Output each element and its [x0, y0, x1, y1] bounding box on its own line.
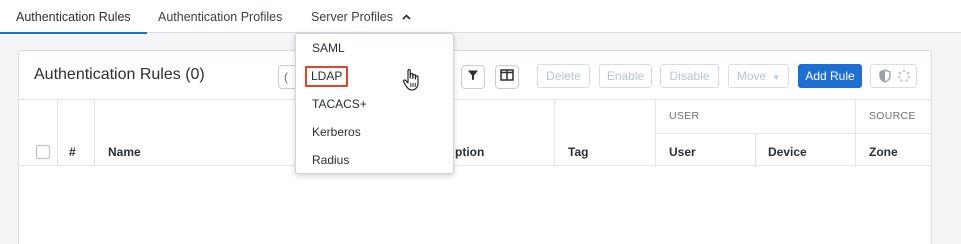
menu-item-label: Kerberos [312, 125, 361, 139]
shield-icon [879, 69, 891, 88]
server-profiles-menu: SAML LDAP TACACS+ Kerberos Radius [295, 33, 454, 174]
column-header-tag[interactable]: Tag [568, 145, 588, 159]
column-header-user[interactable]: User [669, 145, 696, 159]
tab-label: Authentication Profiles [158, 10, 283, 24]
enable-button[interactable]: Enable [599, 64, 652, 88]
menu-item-label: LDAP [305, 66, 349, 87]
column-divider [94, 100, 95, 167]
columns-icon [500, 68, 514, 86]
column-header-zone[interactable]: Zone [869, 145, 898, 159]
disable-button[interactable]: Disable [660, 64, 719, 88]
move-label: Move [736, 69, 767, 83]
delete-label: Delete [546, 69, 581, 83]
tab-server-profiles[interactable]: Server Profiles [295, 0, 427, 33]
filter-icon [467, 68, 479, 86]
add-rule-label: Add Rule [805, 69, 855, 83]
column-divider [755, 133, 756, 167]
menu-item-radius[interactable]: Radius [296, 146, 453, 174]
menu-item-saml[interactable]: SAML [296, 34, 453, 62]
chevron-up-icon [402, 0, 412, 34]
move-dropdown[interactable]: Move ▼ [728, 64, 789, 88]
column-header-description[interactable]: ption [455, 145, 484, 159]
tab-bar: Authentication Rules Authentication Prof… [0, 0, 961, 34]
disable-label: Disable [669, 69, 710, 83]
tab-authentication-profiles[interactable]: Authentication Profiles [142, 0, 298, 33]
menu-item-label: Radius [312, 153, 350, 167]
loading-icon [897, 69, 911, 88]
status-indicator[interactable] [870, 64, 917, 88]
column-header-name[interactable]: Name [108, 145, 141, 159]
group-header-user: USER [669, 110, 700, 122]
menu-item-kerberos[interactable]: Kerberos [296, 118, 453, 146]
group-header-divider [655, 133, 931, 134]
select-all-checkbox[interactable] [36, 145, 50, 159]
add-rule-button[interactable]: Add Rule [798, 64, 862, 88]
menu-item-label: SAML [312, 41, 345, 55]
search-icon: ( [284, 70, 288, 84]
menu-item-tacacs[interactable]: TACACS+ [296, 90, 453, 118]
column-divider [57, 100, 58, 167]
tab-label: Authentication Rules [16, 10, 131, 24]
menu-item-label: TACACS+ [312, 97, 367, 111]
table-header: USER SOURCE # Name ption Tag User Device… [19, 99, 931, 167]
authentication-rules-panel: Authentication Rules (0) ( Delete Enable… [18, 50, 932, 244]
column-header-number[interactable]: # [69, 145, 76, 159]
group-header-source: SOURCE [869, 110, 916, 122]
column-header-device[interactable]: Device [768, 145, 807, 159]
tab-label: Server Profiles [311, 10, 393, 24]
columns-button[interactable] [495, 65, 519, 89]
chevron-down-icon: ▼ [772, 73, 781, 82]
column-divider [554, 100, 555, 167]
filter-button[interactable] [461, 65, 485, 89]
panel-title: Authentication Rules (0) [34, 66, 205, 83]
menu-item-ldap[interactable]: LDAP [296, 62, 453, 90]
hand-pointer-icon [402, 68, 422, 92]
tab-authentication-rules[interactable]: Authentication Rules [0, 0, 147, 34]
enable-label: Enable [606, 69, 645, 83]
delete-button[interactable]: Delete [537, 64, 590, 88]
